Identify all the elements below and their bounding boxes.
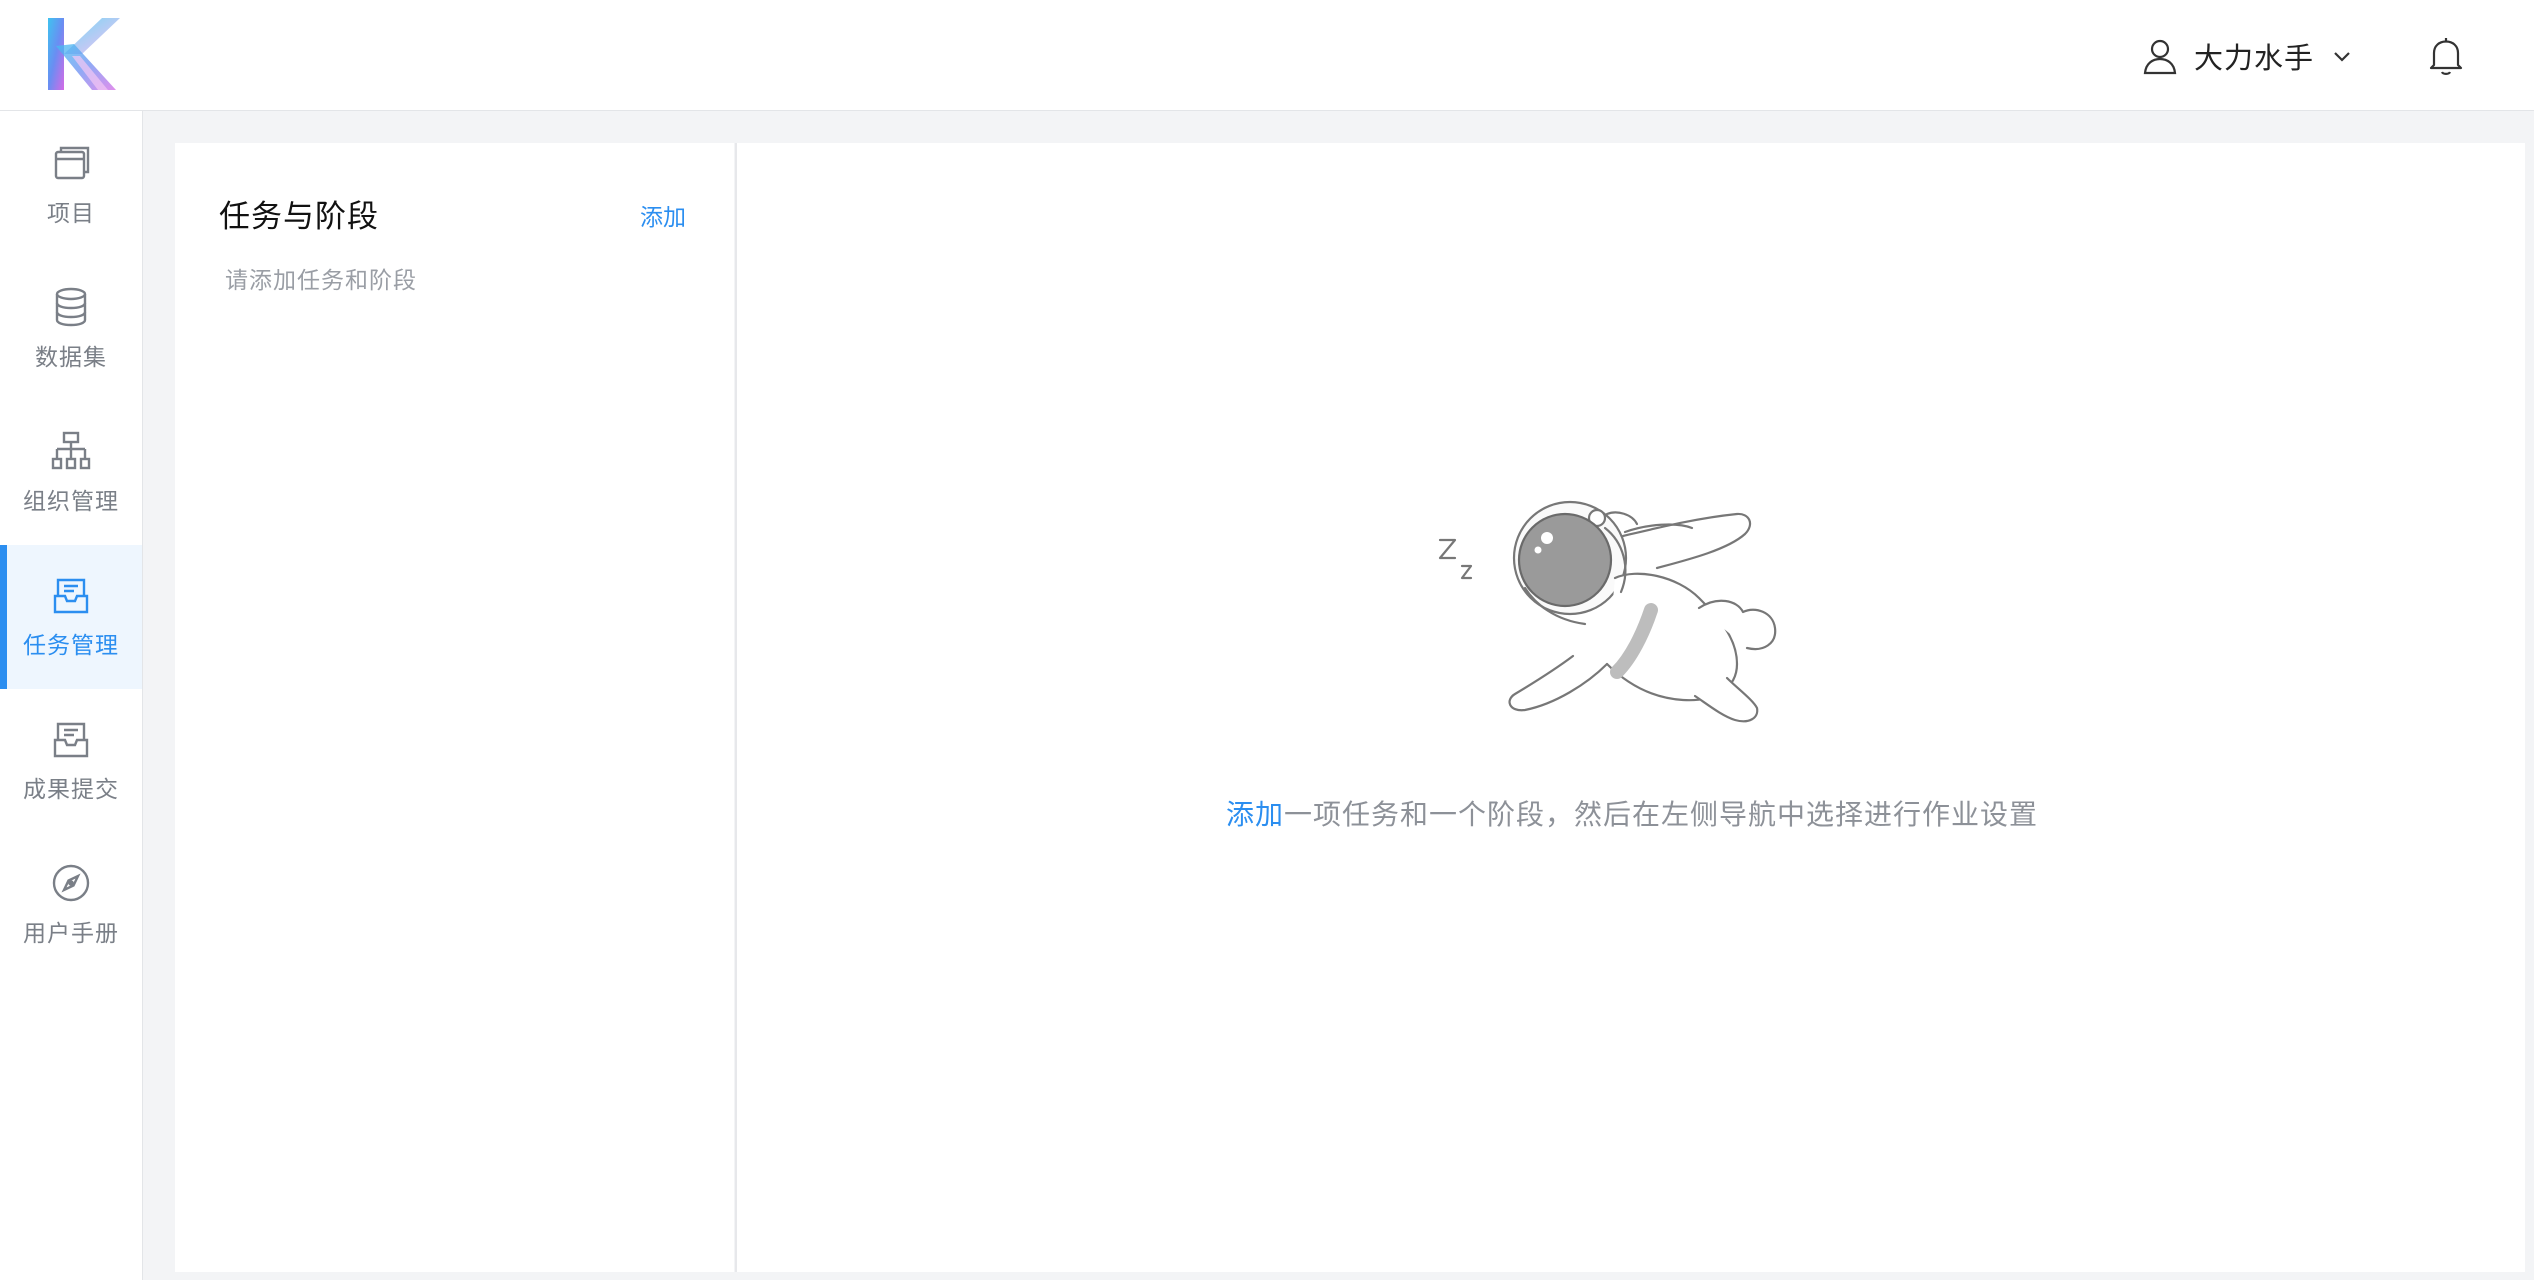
bell-icon[interactable] [2426,34,2466,76]
task-inbox-icon [53,578,89,614]
main-content: 添加一项任务和一个阶段，然后在左侧导航中选择进行作业设置 [735,143,2525,1272]
empty-state-text: 一项任务和一个阶段，然后在左侧导航中选择进行作业设置 [1284,798,2039,831]
org-chart-icon [51,431,91,470]
sidebar-item-label: 组织管理 [23,489,119,515]
sidebar-item-label: 用户手册 [23,921,119,947]
sidebar-item-projects[interactable]: 项目 [0,113,142,257]
submit-inbox-icon [53,722,89,758]
sidebar-item-datasets[interactable]: 数据集 [0,257,142,401]
sleeping-astronaut-illustration [1438,500,1777,723]
browser-icon [54,146,90,180]
empty-hint: 请添加任务和阶段 [225,268,417,294]
empty-state-message: 添加一项任务和一个阶段，然后在左侧导航中选择进行作业设置 [737,793,2527,833]
sidebar-item-label: 项目 [47,201,95,227]
sidebar-item-submissions[interactable]: 成果提交 [0,689,142,833]
empty-state-add-link[interactable]: 添加 [1226,798,1284,831]
sidebar-item-manual[interactable]: 用户手册 [0,833,142,977]
user-icon [2143,39,2177,75]
sidebar-item-label: 任务管理 [23,633,119,659]
compass-icon [52,864,90,902]
task-stage-panel: 任务与阶段 添加 请添加任务和阶段 [175,143,734,1272]
user-menu[interactable]: 大力水手 [2140,30,2354,82]
user-name: 大力水手 [2194,41,2315,75]
sidebar-item-organization[interactable]: 组织管理 [0,401,142,545]
sidebar-item-label: 数据集 [35,345,107,371]
sidebar-item-label: 成果提交 [23,777,119,803]
sidebar: 项目 数据集 组织管理 任务管理 成果提交 用户手册 [0,111,143,1280]
add-task-button[interactable]: 添加 [640,198,686,232]
app-logo[interactable] [46,16,122,92]
top-header: 大力水手 [0,0,2534,111]
panel-title: 任务与阶段 [219,199,379,235]
chevron-down-icon [2334,52,2350,62]
sidebar-item-tasks[interactable]: 任务管理 [0,545,142,689]
database-icon [55,287,87,327]
